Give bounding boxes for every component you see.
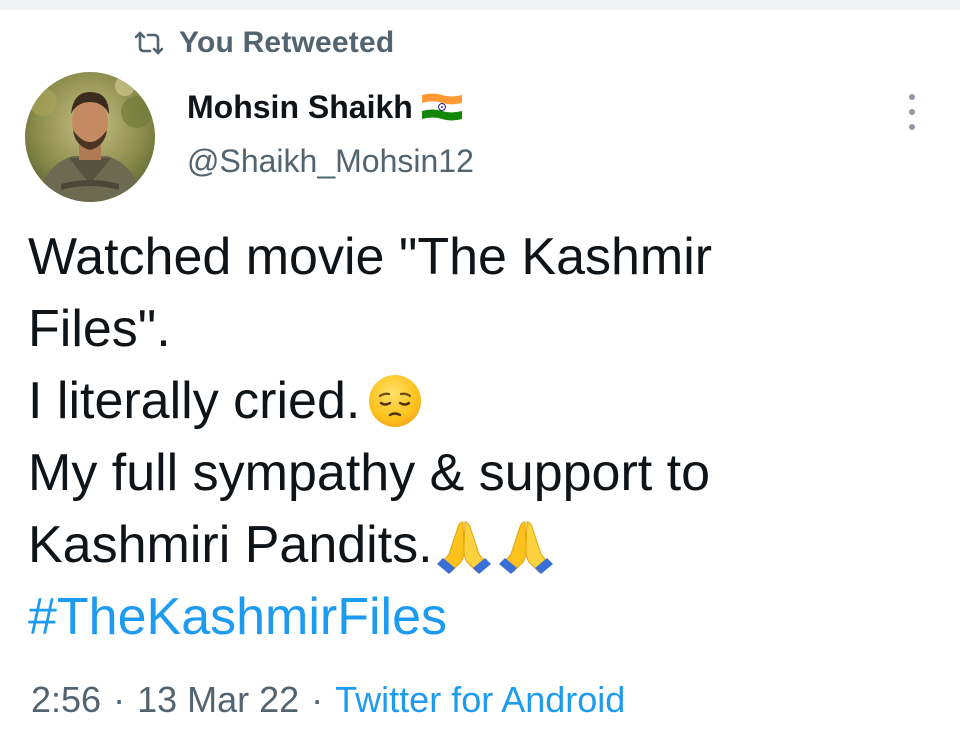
hashtag-link[interactable]: #TheKashmirFiles [28,581,447,653]
folded-hands-emoji [498,521,553,574]
tweet-meta: 2:56 · 13 Mar 22 · Twitter for Android [31,675,625,725]
author-name-row[interactable]: Mohsin Shaikh [187,86,465,128]
tweet-line-text: Kashmiri Pandits. [28,516,433,574]
tweet-source-link[interactable]: Twitter for Android [335,679,625,721]
tweet-line: I literally cried. [28,365,938,437]
author-handle[interactable]: @Shaikh_Mohsin12 [187,143,474,180]
tweet-line-text: Watched movie "The Kashmir [28,228,713,286]
more-dot [909,94,915,100]
tweet-line-text: Files". [28,300,171,358]
more-dot [909,124,915,130]
tweet-date[interactable]: 13 Mar 22 [137,679,299,721]
india-flag-icon [421,93,463,121]
more-options-icon[interactable] [897,94,927,130]
tweet-line-text: I literally cried. [28,372,361,430]
retweet-label: You Retweeted [179,26,395,59]
tweet-line: My full sympathy & support to [28,437,938,509]
pensive-face-emoji [369,375,422,427]
author-display-name[interactable]: Mohsin Shaikh [187,89,413,126]
tweet-line: Kashmiri Pandits. [28,509,938,581]
tweet-time[interactable]: 2:56 [31,679,101,721]
tweet-line: Files". [28,293,938,365]
folded-hands-emoji [436,521,491,574]
tweet-line-text: My full sympathy & support to [28,444,711,502]
tweet-text: Watched movie "The Kashmir Files". I lit… [28,221,938,653]
top-divider [0,0,960,10]
more-dot [909,109,915,115]
tweet-line: Watched movie "The Kashmir [28,221,938,293]
avatar[interactable] [25,72,155,202]
meta-separator: · [113,679,126,720]
retweet-context: You Retweeted [133,25,394,61]
retweet-icon [134,31,164,55]
meta-separator: · [311,679,324,720]
tweet-line: #TheKashmirFiles [28,581,938,653]
